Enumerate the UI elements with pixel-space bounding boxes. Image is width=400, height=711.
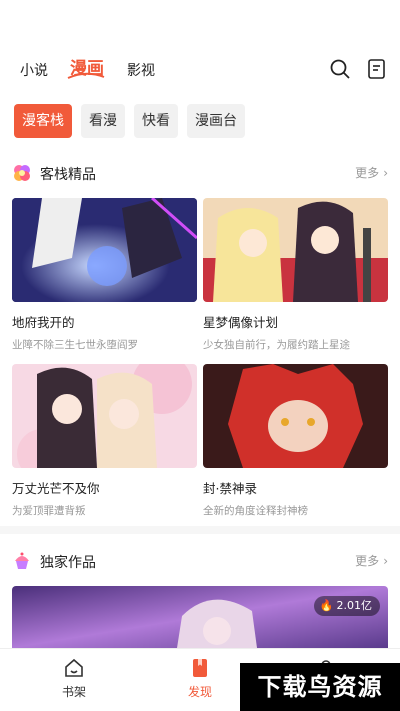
top-navigation: 小说 漫画 影视 — [0, 52, 400, 88]
section-title: 独家作品 — [40, 555, 96, 571]
bottom-nav-bookshelf[interactable]: 书架 — [44, 657, 104, 700]
tab-underline-swoosh — [67, 72, 105, 79]
source-tab-kuaikan[interactable]: 快看 — [134, 104, 178, 138]
exclusive-banner[interactable]: 🔥 2.01亿 — [12, 586, 388, 648]
tab-novel[interactable]: 小说 — [20, 60, 48, 80]
comic-description: 业障不除三生七世永堕阎罗 — [12, 339, 138, 351]
comic-card[interactable]: 万丈光芒不及你 为爱顶罪遭背叛 — [12, 364, 197, 518]
comic-card[interactable]: 星梦偶像计划 少女独自前行，为履约踏上星途 — [203, 198, 388, 352]
more-link[interactable]: 更多 › — [355, 164, 388, 181]
flower-icon — [14, 165, 30, 181]
comic-description: 全新的角度诠释封神榜 — [203, 505, 308, 517]
chevron-right-icon: › — [383, 554, 388, 568]
comic-cover-image — [203, 198, 388, 302]
section-divider — [0, 526, 400, 534]
source-tab-manhuatai[interactable]: 漫画台 — [187, 104, 245, 138]
comic-description: 为爱顶罪遭背叛 — [12, 505, 86, 517]
more-label: 更多 — [355, 554, 380, 568]
comic-description: 少女独自前行，为履约踏上星途 — [203, 339, 350, 351]
comic-title: 星梦偶像计划 — [203, 315, 279, 330]
source-tabs: 漫客栈 看漫 快看 漫画台 — [14, 104, 245, 140]
watermark: 下载鸟资源 — [240, 663, 400, 711]
comic-title: 封·禁神录 — [203, 481, 257, 496]
bottom-nav-label: 发现 — [187, 685, 212, 699]
comic-card[interactable]: 封·禁神录 全新的角度诠释封神榜 — [203, 364, 388, 518]
bookmark-icon — [193, 659, 207, 677]
home-icon — [65, 658, 83, 677]
comic-card[interactable]: 地府我开的 业障不除三生七世永堕阎罗 — [12, 198, 197, 352]
cupcake-icon — [15, 552, 29, 569]
section-header-premium: 客栈精品 更多 › — [12, 162, 388, 184]
comic-cover-image — [12, 364, 197, 468]
tab-video[interactable]: 影视 — [127, 60, 155, 80]
comic-cover-image — [12, 198, 197, 302]
tab-comic[interactable]: 漫画 — [67, 54, 105, 79]
section-title: 客栈精品 — [40, 167, 96, 183]
comic-title: 万丈光芒不及你 — [12, 481, 100, 496]
bottom-nav-discover[interactable]: 发现 — [170, 657, 230, 700]
more-label: 更多 — [355, 166, 380, 180]
search-icon[interactable] — [329, 58, 351, 80]
section-header-exclusive: 独家作品 更多 › — [12, 550, 388, 572]
chevron-right-icon: › — [383, 166, 388, 180]
comic-title: 地府我开的 — [12, 315, 75, 330]
reading-history-icon[interactable] — [366, 58, 388, 80]
source-tab-kanman[interactable]: 看漫 — [81, 104, 125, 138]
bottom-nav-label: 书架 — [61, 685, 86, 699]
flame-icon: 🔥 — [319, 599, 334, 612]
more-link[interactable]: 更多 › — [355, 552, 388, 569]
source-tab-mankezhan[interactable]: 漫客栈 — [14, 104, 72, 138]
popularity-badge: 🔥 2.01亿 — [313, 596, 380, 616]
comic-cover-image — [203, 364, 388, 468]
popularity-count: 2.01亿 — [336, 599, 373, 612]
